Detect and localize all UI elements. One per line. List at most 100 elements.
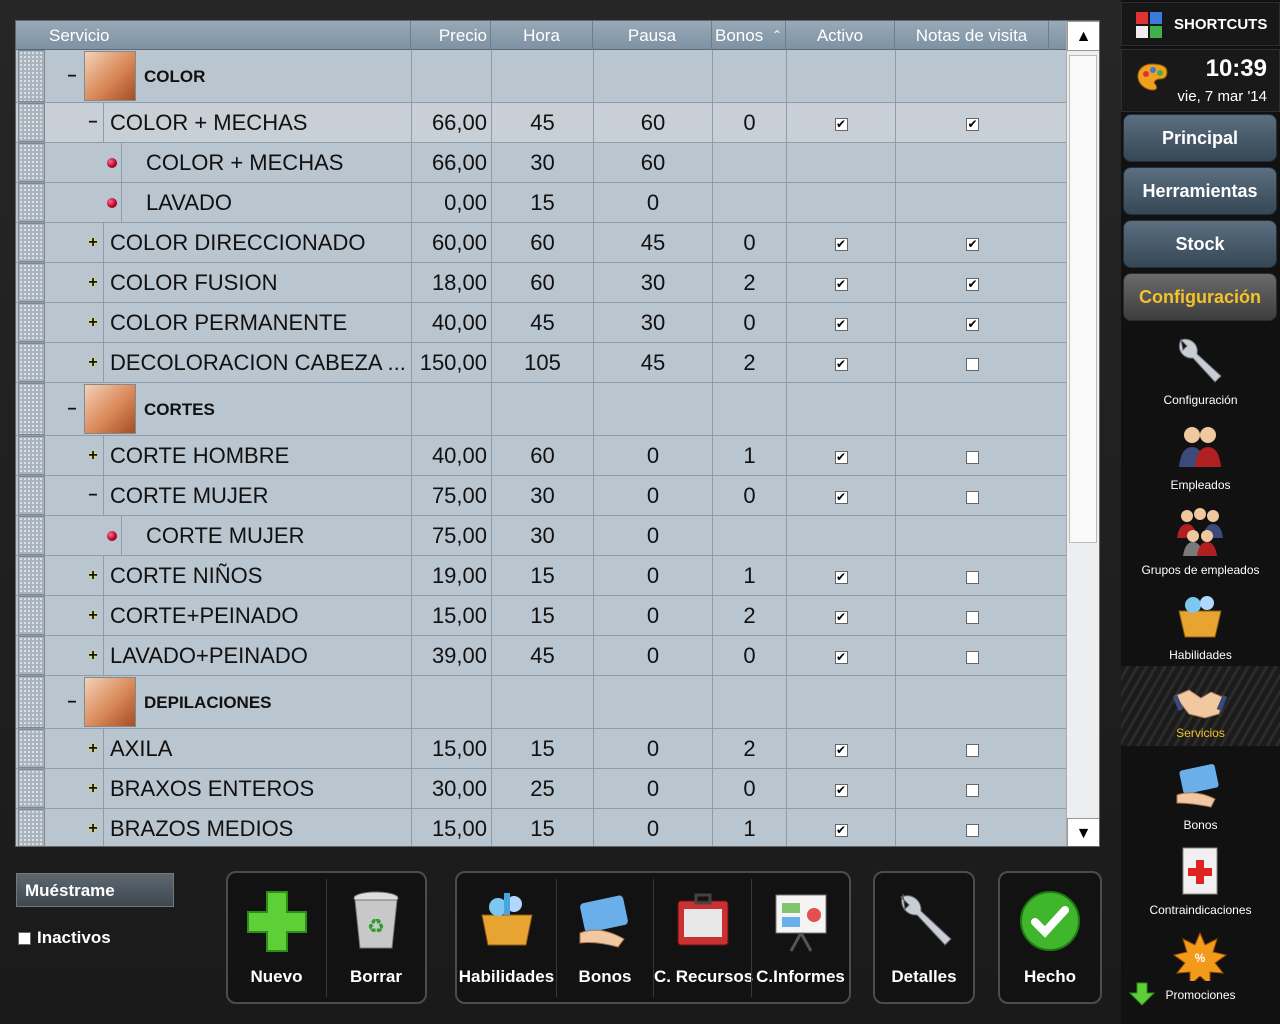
expand-icon[interactable]: [87, 781, 99, 797]
bonos-button[interactable]: Bonos: [557, 873, 653, 1002]
inactivos-checkbox[interactable]: Inactivos: [18, 928, 111, 948]
activo-checkbox[interactable]: ✔: [834, 490, 848, 504]
table-row[interactable]: AXILA15,001502 ✔: [16, 729, 1066, 769]
subitem-row[interactable]: LAVADO 0,00 15 0: [16, 183, 1066, 223]
expand-icon[interactable]: [87, 315, 99, 331]
scroll-up-icon[interactable]: ▲: [1067, 21, 1099, 51]
scroll-down-icon[interactable]: ▼: [1067, 818, 1099, 846]
side-item-empleados[interactable]: Empleados: [1121, 421, 1280, 506]
col-precio[interactable]: Precio: [411, 21, 491, 50]
col-notas[interactable]: Notas de visita: [895, 21, 1049, 50]
notas-checkbox[interactable]: ✔: [966, 117, 979, 131]
row-selector[interactable]: [18, 223, 45, 262]
row-selector[interactable]: [18, 303, 45, 342]
expand-icon[interactable]: [87, 741, 99, 757]
notas-checkbox[interactable]: [966, 450, 979, 464]
table-row[interactable]: COLOR + MECHAS66,0045600 ✔ ✔: [16, 103, 1066, 143]
activo-checkbox[interactable]: ✔: [834, 277, 848, 291]
row-selector[interactable]: [18, 729, 45, 768]
activo-checkbox[interactable]: ✔: [834, 317, 848, 331]
table-row[interactable]: CORTE NIÑOS19,001501 ✔: [16, 556, 1066, 596]
row-selector[interactable]: [18, 50, 45, 102]
row-selector[interactable]: [18, 183, 45, 222]
notas-checkbox[interactable]: [966, 823, 979, 837]
col-hora[interactable]: Hora: [491, 21, 593, 50]
activo-checkbox[interactable]: ✔: [834, 237, 848, 251]
nuevo-button[interactable]: Nuevo: [228, 873, 325, 1002]
table-row[interactable]: BRAZOS MEDIOS15,001501 ✔: [16, 809, 1066, 846]
table-row[interactable]: COLOR DIRECCIONADO60,0060450 ✔ ✔: [16, 223, 1066, 263]
notas-checkbox[interactable]: [966, 490, 979, 504]
row-selector[interactable]: [18, 769, 45, 808]
notas-checkbox[interactable]: ✔: [966, 277, 979, 291]
table-row[interactable]: CORTE+PEINADO15,001502 ✔: [16, 596, 1066, 636]
row-selector[interactable]: [18, 436, 45, 475]
col-bonos[interactable]: Bonos ⌃: [712, 21, 786, 50]
hecho-button[interactable]: Hecho: [1000, 873, 1100, 1002]
scroll-thumb[interactable]: [1069, 55, 1097, 543]
col-servicio[interactable]: Servicio: [46, 21, 411, 50]
row-selector[interactable]: [18, 143, 45, 182]
row-selector[interactable]: [18, 636, 45, 675]
group-row[interactable]: CORTES: [16, 383, 1066, 436]
subitem-row[interactable]: COLOR + MECHAS 66,00 30 60: [16, 143, 1066, 183]
table-row[interactable]: BRAXOS ENTEROS30,002500✔: [16, 769, 1066, 809]
expand-icon[interactable]: [87, 275, 99, 291]
table-row[interactable]: CORTE HOMBRE40,006001 ✔: [16, 436, 1066, 476]
side-item-grupos[interactable]: Grupos de empleados: [1121, 506, 1280, 591]
activo-checkbox[interactable]: ✔: [834, 650, 848, 664]
row-selector[interactable]: [18, 476, 45, 515]
collapse-icon[interactable]: [87, 115, 99, 131]
side-item-contraindicaciones[interactable]: Contraindicaciones: [1121, 846, 1280, 931]
row-selector[interactable]: [18, 263, 45, 302]
notas-checkbox[interactable]: [966, 570, 979, 584]
expand-icon[interactable]: [87, 355, 99, 371]
col-activo[interactable]: Activo: [786, 21, 895, 50]
detalles-button[interactable]: Detalles: [875, 873, 973, 1002]
row-selector[interactable]: [18, 343, 45, 382]
table-row[interactable]: COLOR PERMANENTE40,0045300 ✔ ✔: [16, 303, 1066, 343]
collapse-icon[interactable]: [66, 695, 78, 711]
expand-icon[interactable]: [87, 448, 99, 464]
inactivos-check-icon[interactable]: [18, 932, 31, 946]
row-selector[interactable]: [18, 516, 45, 555]
activo-checkbox[interactable]: ✔: [834, 357, 848, 371]
notas-checkbox[interactable]: [966, 357, 979, 371]
side-item-configuracion[interactable]: Configuración: [1121, 336, 1280, 421]
activo-checkbox[interactable]: ✔: [834, 743, 848, 757]
group-row[interactable]: DEPILACIONES: [16, 676, 1066, 729]
nav-herramientas[interactable]: Herramientas: [1123, 167, 1277, 215]
expand-icon[interactable]: [87, 235, 99, 251]
expand-icon[interactable]: [87, 608, 99, 624]
collapse-icon[interactable]: [87, 488, 99, 504]
recursos-button[interactable]: C. Recursos: [654, 873, 753, 1002]
row-selector[interactable]: [18, 676, 45, 728]
activo-checkbox[interactable]: ✔: [834, 823, 848, 837]
row-selector[interactable]: [18, 809, 45, 846]
row-selector[interactable]: [18, 383, 45, 435]
vertical-scrollbar[interactable]: ▲ ▼: [1066, 21, 1099, 846]
notas-checkbox[interactable]: [966, 783, 979, 797]
row-selector[interactable]: [18, 596, 45, 635]
nav-configuracion[interactable]: Configuración: [1123, 273, 1277, 321]
notas-checkbox[interactable]: ✔: [966, 237, 979, 251]
nav-principal[interactable]: Principal: [1123, 114, 1277, 162]
nav-stock[interactable]: Stock: [1123, 220, 1277, 268]
row-selector[interactable]: [18, 556, 45, 595]
activo-checkbox[interactable]: ✔: [834, 610, 848, 624]
borrar-button[interactable]: ♻ Borrar: [327, 873, 425, 1002]
col-pausa[interactable]: Pausa: [593, 21, 712, 50]
notas-checkbox[interactable]: [966, 610, 979, 624]
side-item-habilidades[interactable]: Habilidades: [1121, 591, 1280, 676]
show-filter-label[interactable]: Muéstrame: [16, 873, 174, 907]
notas-checkbox[interactable]: [966, 743, 979, 757]
table-row[interactable]: LAVADO+PEINADO39,004500✔: [16, 636, 1066, 676]
group-row[interactable]: COLOR: [16, 50, 1066, 103]
informes-button[interactable]: C.Informes: [752, 873, 849, 1002]
activo-checkbox[interactable]: ✔: [834, 117, 848, 131]
expand-icon[interactable]: [87, 648, 99, 664]
row-selector[interactable]: [18, 103, 45, 142]
expand-icon[interactable]: [87, 568, 99, 584]
collapse-icon[interactable]: [66, 69, 78, 85]
table-row[interactable]: CORTE MUJER75,003000✔: [16, 476, 1066, 516]
